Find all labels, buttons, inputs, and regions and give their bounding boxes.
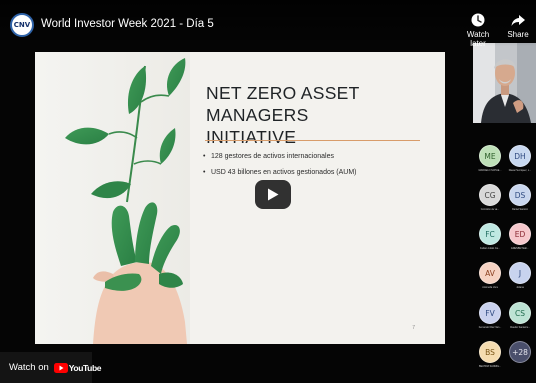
video-title[interactable]: World Investor Week 2021 - Día 5 (41, 18, 214, 30)
participant-tile[interactable]: CG Comisión de va... (474, 184, 506, 214)
participant-avatar: FC (479, 223, 501, 245)
participant-tile[interactable]: DH Diana Henriquez, L... (504, 145, 536, 175)
participant-avatar: BS (479, 341, 501, 363)
share-button[interactable]: Share (498, 12, 536, 39)
play-button[interactable] (255, 180, 291, 209)
presentation-slide: NET ZERO ASSET MANAGERS INITIATIVE 128 g… (35, 52, 445, 344)
participant-avatar: J (509, 262, 531, 284)
youtube-play-badge-icon (53, 362, 68, 373)
participant-avatar: FV (479, 302, 501, 324)
participant-tile[interactable]: FV Fernando Díaz Van... (474, 302, 506, 332)
participant-avatar: CS (509, 302, 531, 324)
participant-name: Claudio Santacru... (509, 326, 531, 329)
participant-name: Juliana (516, 286, 524, 289)
participant-avatar: CG (479, 184, 501, 206)
participant-tile[interactable]: J Juliana (504, 262, 536, 292)
participant-name: Fernando Díaz Van... (478, 326, 502, 329)
speaker-camera-feed (473, 43, 536, 123)
participant-avatar: ME (479, 145, 501, 167)
participant-name: Daniel Santoro (512, 208, 528, 211)
video-player[interactable]: CNV World Investor Week 2021 - Día 5 Wat… (0, 0, 536, 383)
participant-avatar: ED (509, 223, 531, 245)
participant-tile[interactable]: CS Claudio Santacru... (504, 302, 536, 332)
participant-tile[interactable]: BS BEATRIZ SANMIG... (474, 341, 506, 371)
participant-name: Fabian Julián Ca... (480, 247, 500, 250)
watch-on-youtube-button[interactable]: Watch on YouTube (0, 352, 101, 383)
slide-heading-line-1: NET ZERO ASSET MANAGERS (206, 83, 360, 125)
speaker-image (473, 43, 536, 123)
participant-tile[interactable]: ED ERENBIZ Malt... (504, 223, 536, 253)
more-participants-tile[interactable]: +28 (504, 341, 536, 371)
participant-name: Antonella Vera (482, 286, 498, 289)
youtube-wordmark: YouTube (68, 362, 102, 373)
more-participants-count: +28 (509, 341, 531, 363)
participant-tile[interactable]: ME MARCELO SCHAE... (474, 145, 506, 175)
participant-name: BEATRIZ SANMIG... (478, 365, 501, 368)
slide-bullet: USD 43 billones en activos gestionados (… (203, 168, 439, 177)
participant-tile[interactable]: AV Antonella Vera (474, 262, 506, 292)
participant-avatar: AV (479, 262, 501, 284)
share-arrow-icon (511, 15, 525, 26)
play-icon (268, 188, 279, 201)
share-label: Share (507, 30, 529, 39)
slide-heading-line-2: INITIATIVE (206, 127, 297, 147)
plant-in-hand-image (35, 52, 190, 344)
youtube-logo-icon: YouTube (53, 362, 102, 373)
slide-page-number: 7 (412, 325, 415, 331)
watch-later-label: Watch later (466, 30, 490, 48)
player-top-bar: CNV World Investor Week 2021 - Día 5 Wat… (0, 0, 536, 48)
participant-name: Diana Henriquez, L... (508, 169, 532, 172)
participant-tile[interactable]: FC Fabian Julián Ca... (474, 223, 506, 253)
participant-name: MARCELO SCHAE... (478, 169, 502, 172)
slide-bullet-list: 128 gestores de activos internacionales … (203, 152, 439, 184)
participant-avatar: DH (509, 145, 531, 167)
clock-icon (471, 13, 485, 27)
channel-logo[interactable]: CNV (10, 13, 34, 37)
slide-heading: NET ZERO ASSET MANAGERS INITIATIVE (206, 82, 436, 148)
participant-tile[interactable]: DS Daniel Santoro (504, 184, 536, 214)
participant-avatar: DS (509, 184, 531, 206)
participant-name: ERENBIZ Malt... (511, 247, 529, 250)
slide-divider (205, 140, 420, 141)
participant-name: Comisión de va... (480, 208, 500, 211)
watch-on-label: Watch on (9, 362, 49, 373)
slide-bullet: 128 gestores de activos internacionales (203, 152, 439, 161)
watch-later-button[interactable]: Watch later (458, 12, 498, 48)
